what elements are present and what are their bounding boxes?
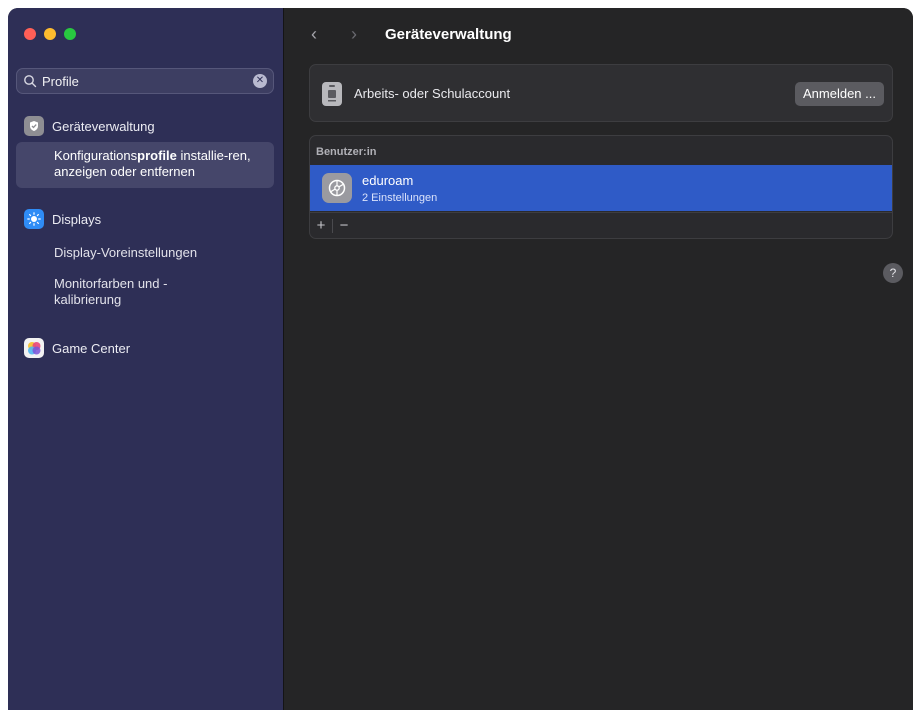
minimize-button[interactable] xyxy=(44,28,56,40)
id-badge-icon xyxy=(322,82,342,106)
search-result-display-presets[interactable]: Display-Voreinstellungen xyxy=(54,245,197,261)
profile-detail: 2 Einstellungen xyxy=(362,192,438,204)
sidebar-item-displays[interactable]: Displays xyxy=(24,209,101,229)
add-button[interactable]: + xyxy=(310,215,332,237)
sign-in-button[interactable]: Anmelden ... xyxy=(795,82,884,106)
main-pane: ‹ › Geräteverwaltung Arbeits- oder Schul… xyxy=(285,8,913,710)
search-result-monitor-colors[interactable]: Monitorfarben und -kalibrierung xyxy=(54,276,204,308)
search-result-configuration-profiles[interactable]: Konfigurationsprofile installie-ren, anz… xyxy=(16,142,274,188)
sidebar: Profile ✕ Geräteverwaltung Konfiguration… xyxy=(8,8,284,710)
search-field[interactable]: Profile ✕ xyxy=(16,68,274,94)
sidebar-item-device-management[interactable]: Geräteverwaltung xyxy=(24,116,155,136)
work-account-card: Arbeits- oder Schulaccount Anmelden ... xyxy=(309,64,893,122)
traffic-lights xyxy=(24,28,76,40)
sidebar-item-label: Displays xyxy=(52,211,102,227)
table-row[interactable]: eduroam 2 Einstellungen xyxy=(310,165,892,211)
profiles-list: Benutzer:in eduroam 2 Einstellungen + − xyxy=(309,135,893,239)
game-center-icon xyxy=(24,338,44,358)
list-footer: + − xyxy=(310,212,892,238)
profile-name: eduroam xyxy=(362,173,414,188)
page-title: Geräteverwaltung xyxy=(385,26,512,43)
work-account-label: Arbeits- oder Schulaccount xyxy=(354,86,511,101)
search-result-text: Konfigurationsprofile installie-ren, anz… xyxy=(54,148,251,179)
sidebar-item-label: Game Center xyxy=(52,340,131,356)
search-input[interactable]: Profile xyxy=(42,74,253,89)
search-icon xyxy=(24,75,37,88)
zoom-button[interactable] xyxy=(64,28,76,40)
clear-icon[interactable]: ✕ xyxy=(253,74,267,88)
device-management-icon xyxy=(24,116,44,136)
list-header: Benutzer:in xyxy=(316,146,377,158)
settings-window: Profile ✕ Geräteverwaltung Konfiguration… xyxy=(8,8,913,710)
chevron-right-icon[interactable]: › xyxy=(351,24,357,45)
gear-icon xyxy=(322,173,352,203)
close-button[interactable] xyxy=(24,28,36,40)
help-button[interactable]: ? xyxy=(883,263,903,283)
chevron-left-icon[interactable]: ‹ xyxy=(311,24,317,45)
sidebar-item-label: Geräteverwaltung xyxy=(52,118,155,134)
displays-icon xyxy=(24,209,44,229)
remove-button[interactable]: − xyxy=(333,215,355,237)
sidebar-item-game-center[interactable]: Game Center xyxy=(24,338,130,358)
